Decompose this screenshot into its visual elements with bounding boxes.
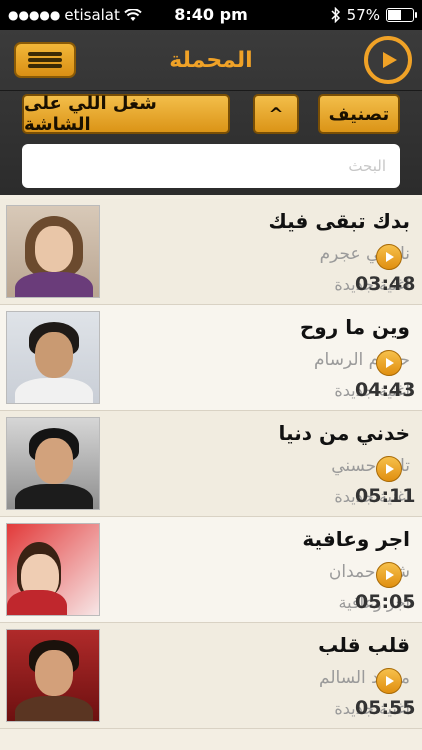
album-art xyxy=(6,205,100,298)
song-artist: نانسي عجرم xyxy=(319,244,410,264)
play-song-button[interactable] xyxy=(376,456,402,482)
song-duration: 05:11 xyxy=(355,485,416,507)
play-icon xyxy=(386,252,394,262)
album-art xyxy=(6,311,100,404)
page-title: المحملة xyxy=(169,48,253,73)
play-song-button[interactable] xyxy=(376,562,402,588)
song-duration: 05:55 xyxy=(355,697,416,719)
song-list: بدك تبقى فيك نانسي عجرم اغنية جديدة 03:4… xyxy=(0,199,422,729)
play-song-button[interactable] xyxy=(376,668,402,694)
battery-icon xyxy=(386,8,417,22)
song-artist: حسام الرسام xyxy=(313,350,410,370)
album-art-body xyxy=(15,484,93,509)
song-row[interactable]: وين ما روح حسام الرسام اغنية جديدة 04:43 xyxy=(0,305,422,411)
album-art xyxy=(6,629,100,722)
play-song-button[interactable] xyxy=(376,350,402,376)
play-icon xyxy=(386,358,394,368)
play-on-screen-button[interactable]: شغل اللي على الشاشة xyxy=(22,93,230,135)
album-art xyxy=(6,523,100,616)
song-row[interactable]: اجر وعافية شما حمدان اجر وعافية 05:05 xyxy=(0,517,422,623)
song-artist: تامر حسني xyxy=(331,456,410,476)
battery-fill xyxy=(388,10,401,20)
sort-button[interactable]: تصنيف xyxy=(318,94,400,134)
album-art-body xyxy=(15,696,93,721)
album-art-face xyxy=(35,438,73,484)
status-right-group: 57% xyxy=(331,6,417,24)
battery-percent: 57% xyxy=(346,6,380,24)
song-duration: 05:05 xyxy=(355,591,416,613)
play-song-button[interactable] xyxy=(376,244,402,270)
song-duration: 04:43 xyxy=(355,379,416,401)
song-duration: 03:48 xyxy=(355,273,416,295)
song-artist: محمد السالم xyxy=(319,668,410,688)
song-title: بدك تبقى فيك xyxy=(268,209,410,233)
song-title: قلب قلب xyxy=(318,633,410,657)
header-divider xyxy=(0,90,422,91)
song-row[interactable]: قلب قلب محمد السالم اغنية جديدة 05:55 xyxy=(0,623,422,729)
play-icon xyxy=(386,464,394,474)
bluetooth-icon xyxy=(331,7,340,23)
song-title: اجر وعافية xyxy=(302,527,410,551)
album-art-face xyxy=(35,650,73,696)
album-art-body xyxy=(15,378,93,403)
song-title: خدني من دنيا xyxy=(278,421,410,445)
song-row[interactable]: بدك تبقى فيك نانسي عجرم اغنية جديدة 03:4… xyxy=(0,199,422,305)
album-art-body xyxy=(7,590,67,615)
album-art xyxy=(6,417,100,510)
search-input[interactable] xyxy=(22,144,400,188)
now-playing-button[interactable] xyxy=(364,36,412,84)
status-bar: ●●●●● etisalat 8:40 pm 57% xyxy=(0,0,422,30)
app-header: المحملة شغل اللي على الشاشة ^ تصنيف xyxy=(0,30,422,195)
album-art-face xyxy=(35,226,73,272)
play-icon xyxy=(386,676,394,686)
sort-direction-button[interactable]: ^ xyxy=(253,94,299,134)
song-title: وين ما روح xyxy=(299,315,410,339)
album-art-body xyxy=(15,272,93,297)
album-art-face xyxy=(35,332,73,378)
play-icon xyxy=(383,52,397,68)
song-artist: شما حمدان xyxy=(328,562,410,582)
song-row[interactable]: خدني من دنيا تامر حسني اغنية جديدة 05:11 xyxy=(0,411,422,517)
play-icon xyxy=(386,570,394,580)
